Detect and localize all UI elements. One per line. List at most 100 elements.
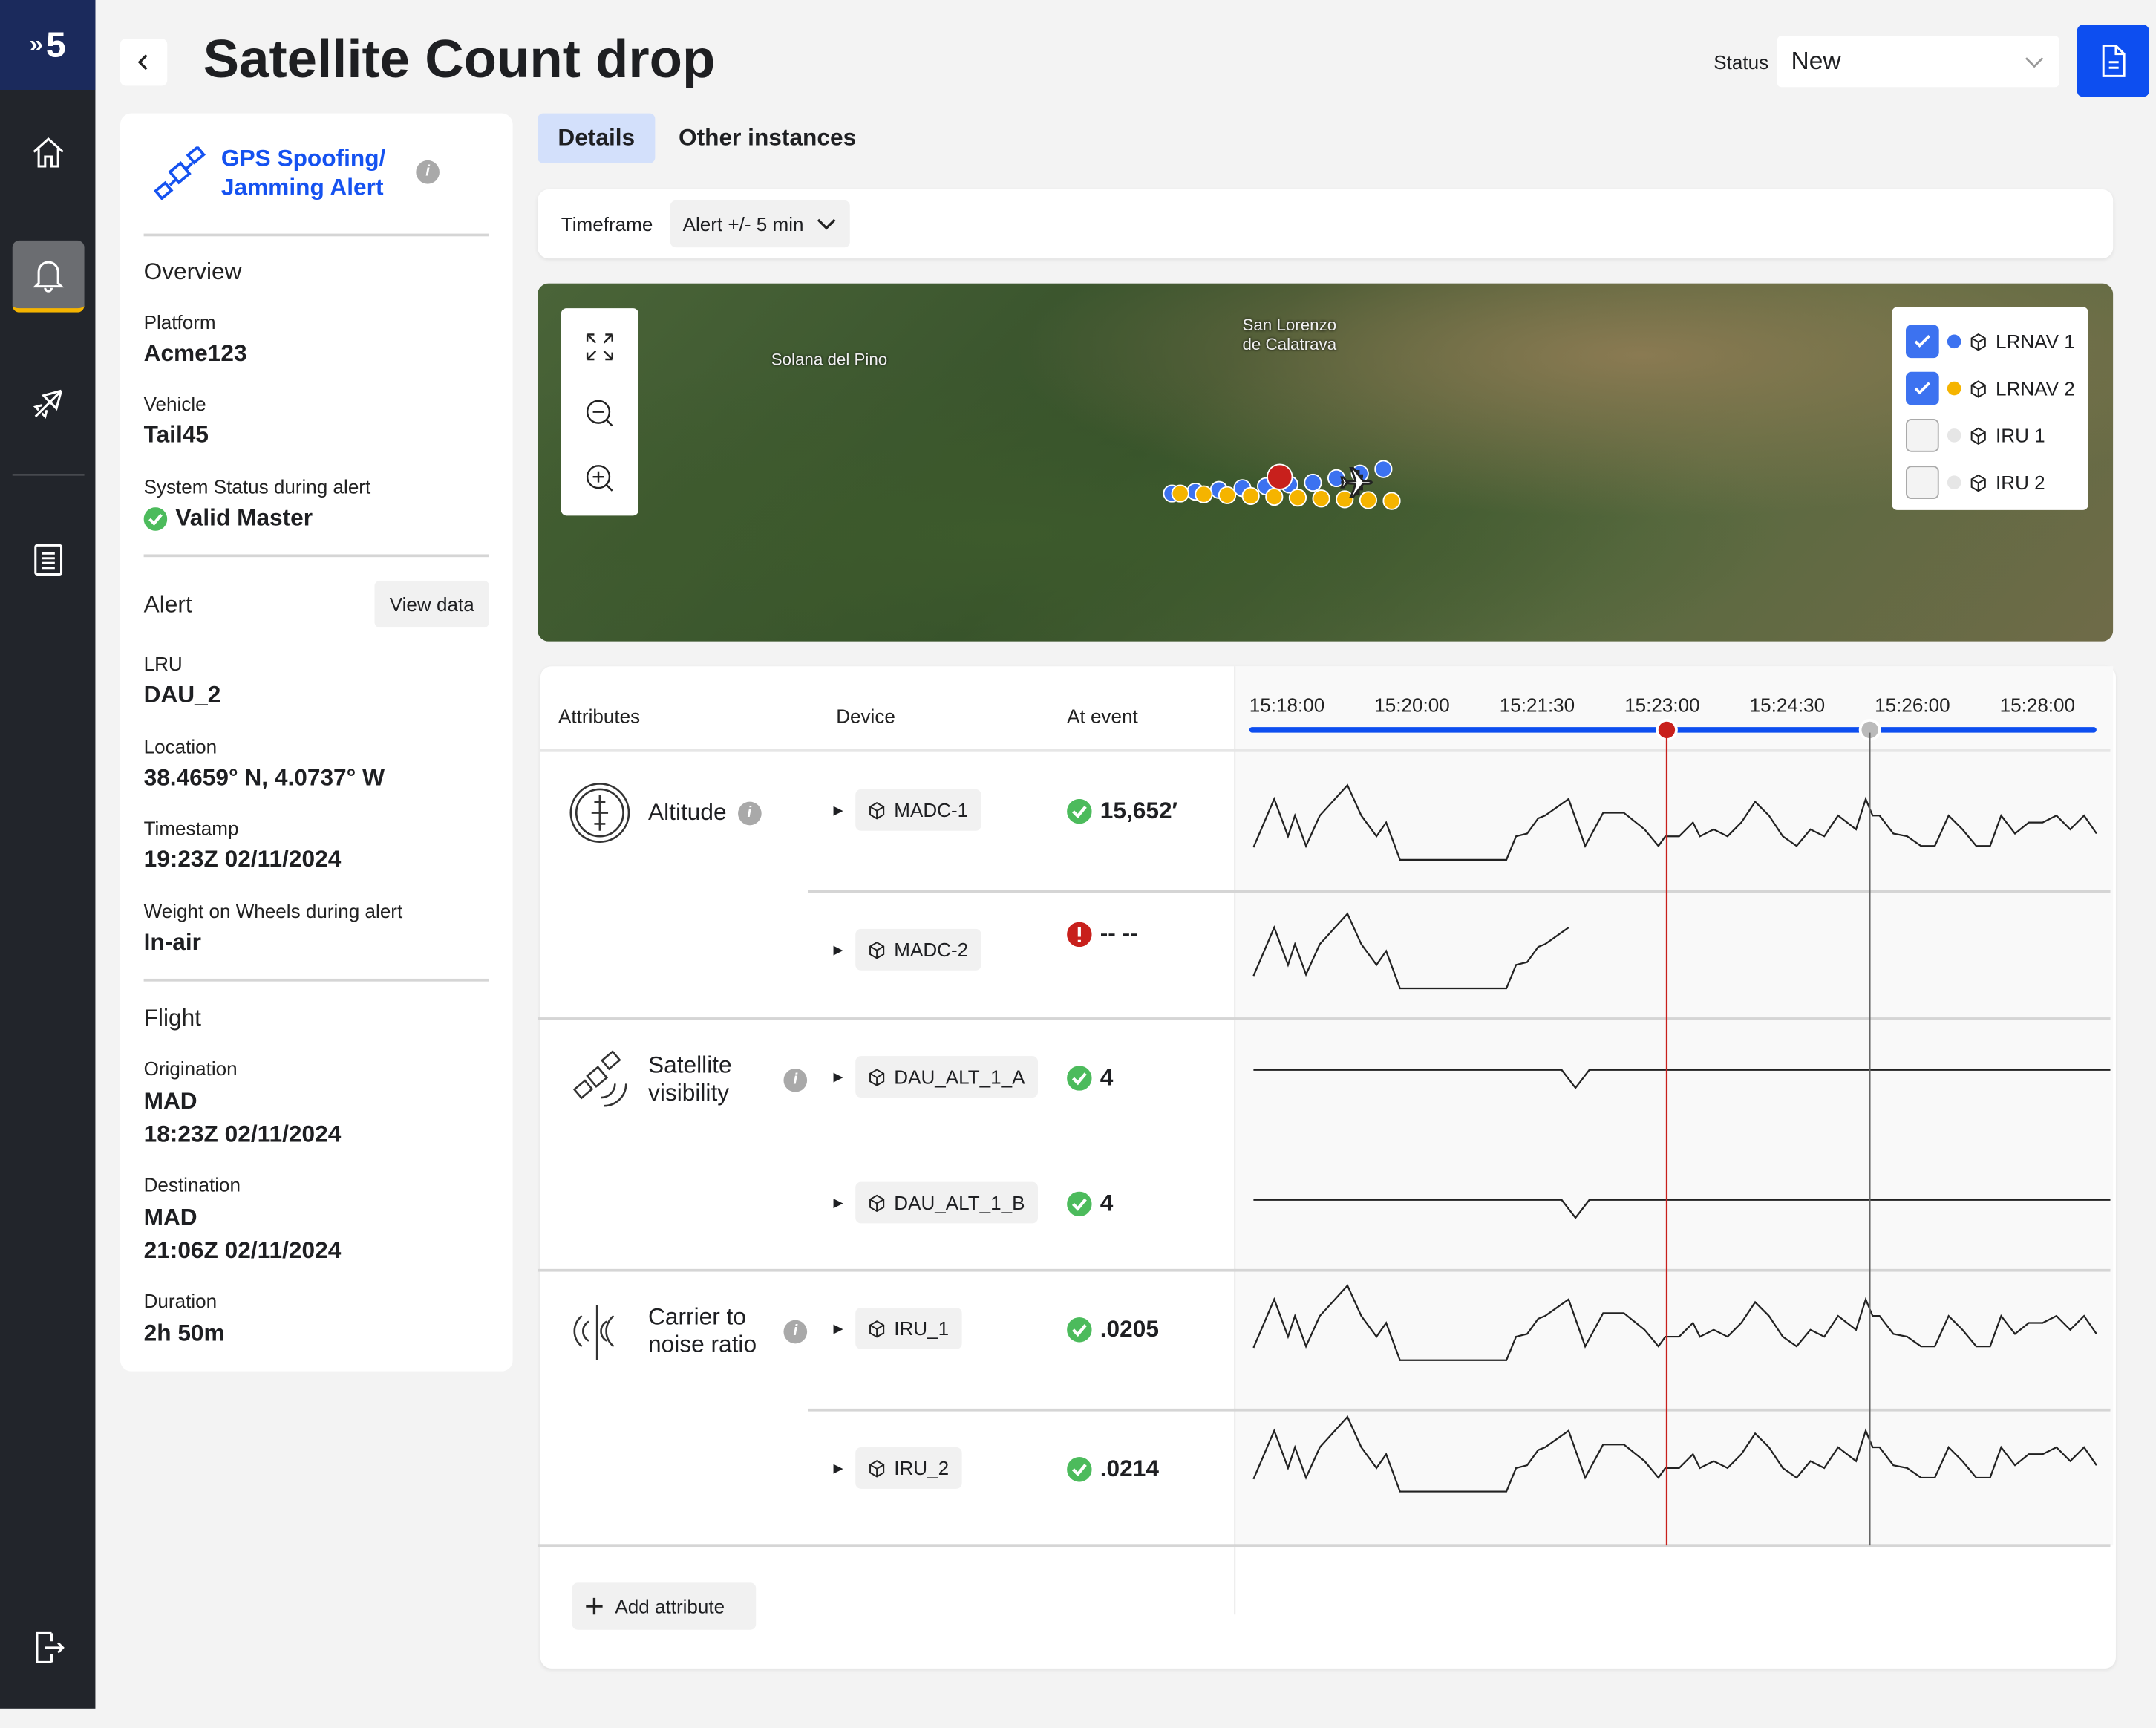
chevron-down-icon xyxy=(816,218,835,230)
check-circle-icon xyxy=(1067,1066,1092,1091)
at-event-value: .0205 xyxy=(1067,1316,1159,1343)
series-color-dot xyxy=(1947,334,1961,349)
attributes-table: Attributes Device At event 15:18:00 15:20… xyxy=(538,666,2116,1669)
sidebar-item-logout[interactable] xyxy=(13,1613,85,1682)
at-event-value: 15,652′ xyxy=(1067,798,1177,825)
divider xyxy=(143,978,489,982)
device-row[interactable]: ▶ MADC-1 xyxy=(833,789,981,831)
back-button[interactable] xyxy=(120,39,168,86)
value-text: 4 xyxy=(1100,1064,1114,1091)
duration-value: 2h 50m xyxy=(143,1320,225,1347)
map[interactable]: Solana del Pino San Lorenzo de Calatrava… xyxy=(538,283,2114,642)
lrnav-1-point xyxy=(1374,460,1393,478)
device-row[interactable]: ▶ MADC-2 xyxy=(833,928,981,971)
sidebar-item-flights[interactable] xyxy=(13,369,85,438)
satellite-trace-b xyxy=(1253,1199,2111,1219)
series-color-dot xyxy=(1947,475,1961,489)
value-text: .0205 xyxy=(1100,1316,1159,1343)
info-icon[interactable]: i xyxy=(783,1319,808,1343)
device-row[interactable]: ▶ DAU_ALT_1_B xyxy=(833,1181,1038,1224)
legend-item[interactable]: LRNAV 2 xyxy=(1906,365,2088,411)
origination-time: 18:23Z 02/11/2024 xyxy=(143,1121,342,1148)
device-row[interactable]: ▶ IRU_1 xyxy=(833,1307,961,1349)
value-text: -- -- xyxy=(1100,920,1138,948)
expand-caret-icon[interactable]: ▶ xyxy=(833,1461,843,1476)
check-circle-icon xyxy=(1067,1191,1092,1217)
cube-icon xyxy=(1970,426,1986,445)
tab-other-instances[interactable]: Other instances xyxy=(679,125,856,152)
value-text: .0214 xyxy=(1100,1455,1159,1482)
divider xyxy=(143,233,489,237)
expand-caret-icon[interactable]: ▶ xyxy=(833,1195,843,1210)
add-attribute-label: Add attribute xyxy=(615,1595,725,1617)
page-title: Satellite Count drop xyxy=(203,30,716,90)
sidebar-divider xyxy=(12,474,85,476)
device-tag: DAU_ALT_1_A xyxy=(855,1056,1038,1098)
attribute-group: Carrier to noise ratio i xyxy=(568,1300,808,1363)
location-value: 38.4659° N, 4.0737° W xyxy=(143,764,385,791)
lrnav-2-point xyxy=(1171,484,1189,503)
sidebar-item-reports[interactable] xyxy=(13,525,85,594)
timeframe-select[interactable]: Alert +/- 5 min xyxy=(670,200,849,248)
device-row[interactable]: ▶ IRU_2 xyxy=(833,1447,961,1489)
lrnav-2-point xyxy=(1265,487,1284,506)
device-name: MADC-2 xyxy=(894,938,969,961)
destination-label: Destination xyxy=(143,1173,241,1196)
attribute-name: Altitude xyxy=(648,798,727,826)
legend-item[interactable]: IRU 2 xyxy=(1906,459,2088,506)
chevron-left-icon xyxy=(137,54,148,71)
wow-label: Weight on Wheels during alert xyxy=(143,899,403,922)
add-attribute-button[interactable]: Add attribute xyxy=(572,1582,757,1630)
cube-icon xyxy=(1970,379,1986,397)
lru-value: DAU_2 xyxy=(143,681,221,708)
expand-caret-icon[interactable]: ▶ xyxy=(833,1321,843,1336)
cube-icon xyxy=(869,941,885,959)
check-circle-icon xyxy=(1067,1457,1092,1482)
origination-airport: MAD xyxy=(143,1088,197,1115)
logo[interactable]: » 5 xyxy=(0,0,96,90)
view-data-button[interactable]: View data xyxy=(374,580,489,628)
device-tag: IRU_1 xyxy=(855,1307,961,1349)
device-name: DAU_ALT_1_A xyxy=(894,1066,1025,1089)
expand-caret-icon[interactable]: ▶ xyxy=(833,803,843,818)
legend-item[interactable]: IRU 1 xyxy=(1906,412,2088,459)
info-icon[interactable]: i xyxy=(416,160,440,184)
info-icon[interactable]: i xyxy=(783,1068,808,1092)
location-label: Location xyxy=(143,735,218,758)
device-row[interactable]: ▶ DAU_ALT_1_A xyxy=(833,1056,1038,1098)
cube-icon xyxy=(869,1068,885,1086)
checkbox[interactable] xyxy=(1906,371,1939,405)
attribute-group: Satellite visibility i xyxy=(568,1048,808,1112)
checkbox[interactable] xyxy=(1906,466,1939,500)
tab-details[interactable]: Details xyxy=(538,113,656,163)
sidebar-item-home[interactable] xyxy=(13,119,85,188)
legend-label: IRU 1 xyxy=(1996,424,2045,447)
attribute-name: Carrier to noise ratio xyxy=(648,1303,757,1357)
legend-label: IRU 2 xyxy=(1996,471,2045,494)
info-icon[interactable]: i xyxy=(737,801,762,825)
legend-item[interactable]: LRNAV 1 xyxy=(1906,318,2088,365)
cnr-trace-iru-2 xyxy=(1252,1415,2097,1493)
system-status-value: Valid Master xyxy=(143,504,313,532)
at-event-value: -- -- xyxy=(1067,921,1138,948)
expand-caret-icon[interactable]: ▶ xyxy=(833,1069,843,1084)
expand-caret-icon[interactable]: ▶ xyxy=(833,942,843,957)
cube-icon xyxy=(869,801,885,819)
flight-heading: Flight xyxy=(143,1005,201,1031)
lrnav-2-point xyxy=(1312,489,1330,508)
flight-track: ✈ xyxy=(1163,459,1401,510)
alert-heading: Alert xyxy=(143,591,192,619)
checkbox[interactable] xyxy=(1906,325,1939,359)
device-tag: IRU_2 xyxy=(855,1447,961,1489)
cube-icon xyxy=(1970,333,1986,351)
device-name: MADC-1 xyxy=(894,798,969,821)
checkbox[interactable] xyxy=(1906,419,1939,452)
signal-icon xyxy=(573,1305,615,1360)
status-select[interactable]: New xyxy=(1777,36,2059,88)
legend-label: LRNAV 1 xyxy=(1996,330,2075,353)
altimeter-icon xyxy=(569,783,630,843)
sidebar-item-alerts[interactable] xyxy=(12,240,85,313)
altitude-trace-madc-1 xyxy=(1252,783,2097,861)
document-button[interactable] xyxy=(2077,25,2149,97)
document-icon xyxy=(2102,44,2126,77)
